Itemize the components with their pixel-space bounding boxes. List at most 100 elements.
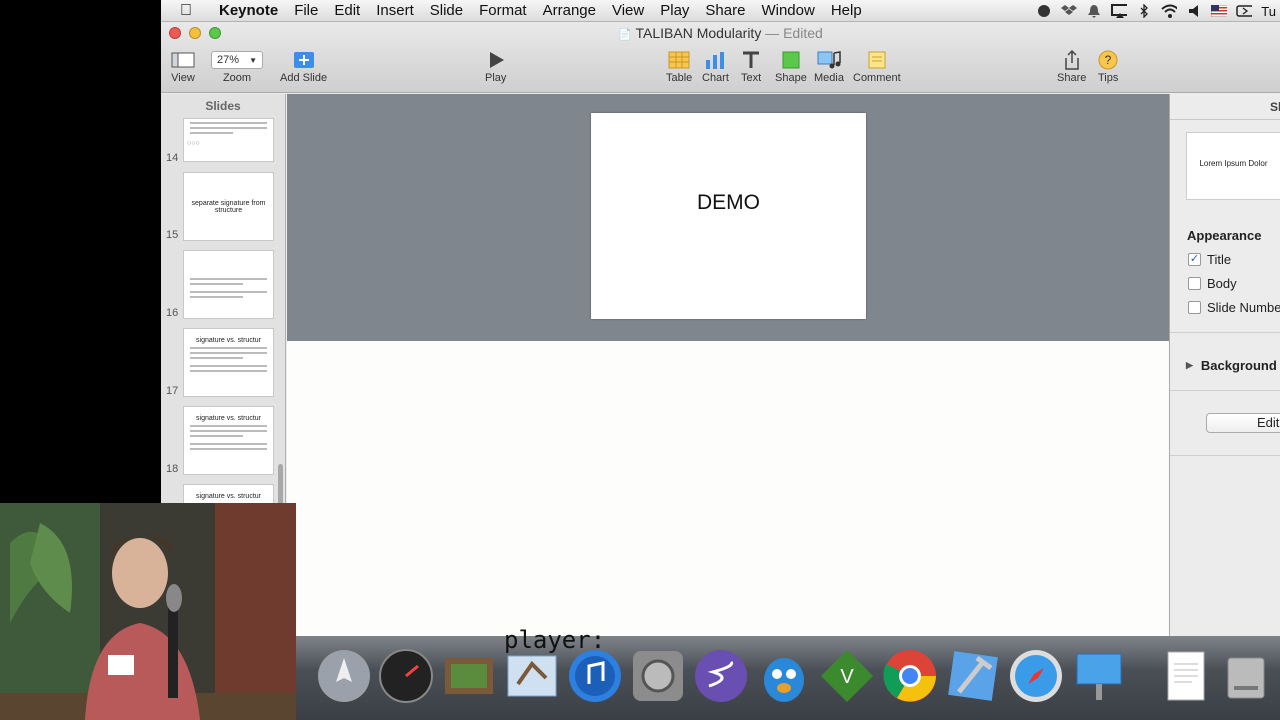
window-title: 📄 TALIBAN Modularity — Edited [161, 25, 1280, 41]
edit-master-button[interactable]: Edit [1206, 413, 1280, 433]
slide-thumbnail[interactable]: signature vs. structur [183, 406, 274, 475]
dock: player: V [296, 626, 1280, 720]
keynote-icon[interactable] [1071, 646, 1127, 706]
slide-number-checkbox-label: Slide Numbe [1207, 300, 1280, 315]
menu-file[interactable]: File [286, 2, 326, 19]
menu-edit[interactable]: Edit [326, 2, 368, 19]
menu-arrange[interactable]: Arrange [535, 2, 604, 19]
shape-button[interactable]: Shape [775, 49, 807, 84]
zoom-label: Zoom [222, 72, 252, 84]
chart-icon [704, 49, 726, 71]
vim-icon[interactable]: V [819, 646, 875, 706]
menu-format[interactable]: Format [471, 2, 535, 19]
menu-insert[interactable]: Insert [368, 2, 422, 19]
clock-text[interactable]: Tu [1261, 4, 1276, 19]
slide-thumbnail-title: signature vs. structur [196, 493, 261, 500]
chart-label: Chart [702, 72, 729, 84]
table-icon [668, 49, 690, 71]
body-checkbox-label: Body [1207, 276, 1237, 291]
zoom-select[interactable]: 27% ▼ [211, 51, 263, 69]
share-icon [1063, 49, 1081, 71]
slides-header: Slides [205, 99, 241, 113]
bluetooth-icon[interactable] [1136, 4, 1152, 18]
play-label: Play [485, 72, 507, 84]
appearance-heading: Appearance [1187, 228, 1262, 243]
table-button[interactable]: Table [666, 49, 692, 84]
slide-layout-text: Lorem Ipsum Dolor [1199, 159, 1268, 168]
menu-share[interactable]: Share [697, 2, 753, 19]
mail-icon[interactable] [504, 646, 560, 706]
chrome-icon[interactable] [882, 646, 938, 706]
add-slide-button[interactable]: Add Slide [280, 49, 327, 84]
notification-bell-icon[interactable] [1086, 4, 1102, 18]
xcode-icon[interactable] [945, 646, 1001, 706]
zoom-control[interactable]: 27% ▼ Zoom [211, 49, 263, 84]
background-label: Background [1200, 358, 1277, 373]
svg-text:V: V [840, 666, 854, 688]
menu-window[interactable]: Window [753, 2, 822, 19]
view-button[interactable]: View [171, 49, 195, 84]
slide-thumbnail[interactable]: separate signature from structure [183, 172, 274, 241]
presenter-notes-area[interactable] [287, 341, 1169, 636]
divider [1170, 455, 1280, 456]
disk-icon[interactable] [1218, 646, 1274, 706]
add-slide-label: Add Slide [280, 72, 328, 84]
itunes-icon[interactable] [567, 646, 623, 706]
menu-slide[interactable]: Slide [422, 2, 471, 19]
tweetbot-icon[interactable] [756, 646, 812, 706]
apple-menu-icon[interactable]:  [161, 2, 211, 20]
document-icon: 📄 [618, 29, 632, 41]
slide-number: 15 [166, 229, 179, 241]
volume-icon[interactable] [1186, 4, 1202, 18]
airplay-icon[interactable] [1111, 4, 1128, 18]
launchpad-icon[interactable] [316, 646, 372, 706]
safari-icon[interactable] [1008, 646, 1064, 706]
media-button[interactable]: Media [814, 49, 844, 84]
emacs-icon[interactable] [693, 646, 749, 706]
media-icon [817, 49, 841, 71]
dashboard-icon[interactable] [378, 646, 434, 706]
tips-button[interactable]: ? Tips [1098, 49, 1118, 84]
slide-title-text[interactable]: DEMO [697, 191, 760, 319]
title-checkbox-label: Title [1207, 252, 1232, 267]
document-icon[interactable] [1158, 646, 1214, 706]
inspector-tab-slide[interactable]: Sli [1170, 94, 1280, 120]
menu-app-keynote[interactable]: Keynote [211, 2, 286, 19]
menu-help[interactable]: Help [823, 2, 870, 19]
comment-button[interactable]: Comment [853, 49, 901, 84]
play-icon [486, 49, 506, 71]
us-flag-icon[interactable] [1211, 4, 1228, 18]
chart-button[interactable]: Chart [702, 49, 729, 84]
format-inspector: Sli Lorem Ipsum Dolor Appearance ✓ Title… [1169, 94, 1280, 636]
menu-view[interactable]: View [604, 2, 652, 19]
slide-number: 18 [166, 463, 179, 475]
window-toolbar: 📄 TALIBAN Modularity — Edited View 27% ▼ … [161, 22, 1280, 93]
background-disclosure[interactable]: ▶ Background [1186, 358, 1277, 373]
slide-number: 17 [166, 385, 179, 397]
sync-status-icon[interactable] [1036, 4, 1052, 18]
title-checkbox[interactable]: ✓ Title [1188, 252, 1231, 267]
slide-thumbnail[interactable] [183, 250, 274, 319]
battery-icon[interactable] [1236, 4, 1253, 18]
zoom-value: 27% [217, 54, 240, 66]
share-button[interactable]: Share [1057, 49, 1086, 84]
play-button[interactable]: Play [485, 49, 506, 84]
dropbox-icon[interactable] [1061, 4, 1078, 18]
image-capture-icon[interactable] [441, 646, 497, 706]
menu-bar:  Keynote File Edit Insert Slide Format … [161, 0, 1280, 22]
slide-thumbnail[interactable]: ○○○ [183, 118, 274, 162]
text-button[interactable]: Text [741, 49, 761, 84]
comment-label: Comment [853, 72, 901, 84]
slide-thumbnail[interactable]: signature vs. structur [183, 328, 274, 397]
slide-layout-thumbnail[interactable]: Lorem Ipsum Dolor [1186, 132, 1280, 200]
comment-icon [867, 49, 887, 71]
menu-play[interactable]: Play [652, 2, 697, 19]
media-label: Media [814, 72, 844, 84]
slide-bullets-icon: ○○○ [187, 140, 200, 147]
body-checkbox[interactable]: Body [1188, 276, 1237, 291]
slide-number-checkbox[interactable]: Slide Numbe [1188, 300, 1280, 315]
system-preferences-icon[interactable] [630, 646, 686, 706]
wifi-icon[interactable] [1161, 4, 1178, 18]
current-slide[interactable]: DEMO [591, 113, 866, 319]
table-label: Table [666, 72, 693, 84]
